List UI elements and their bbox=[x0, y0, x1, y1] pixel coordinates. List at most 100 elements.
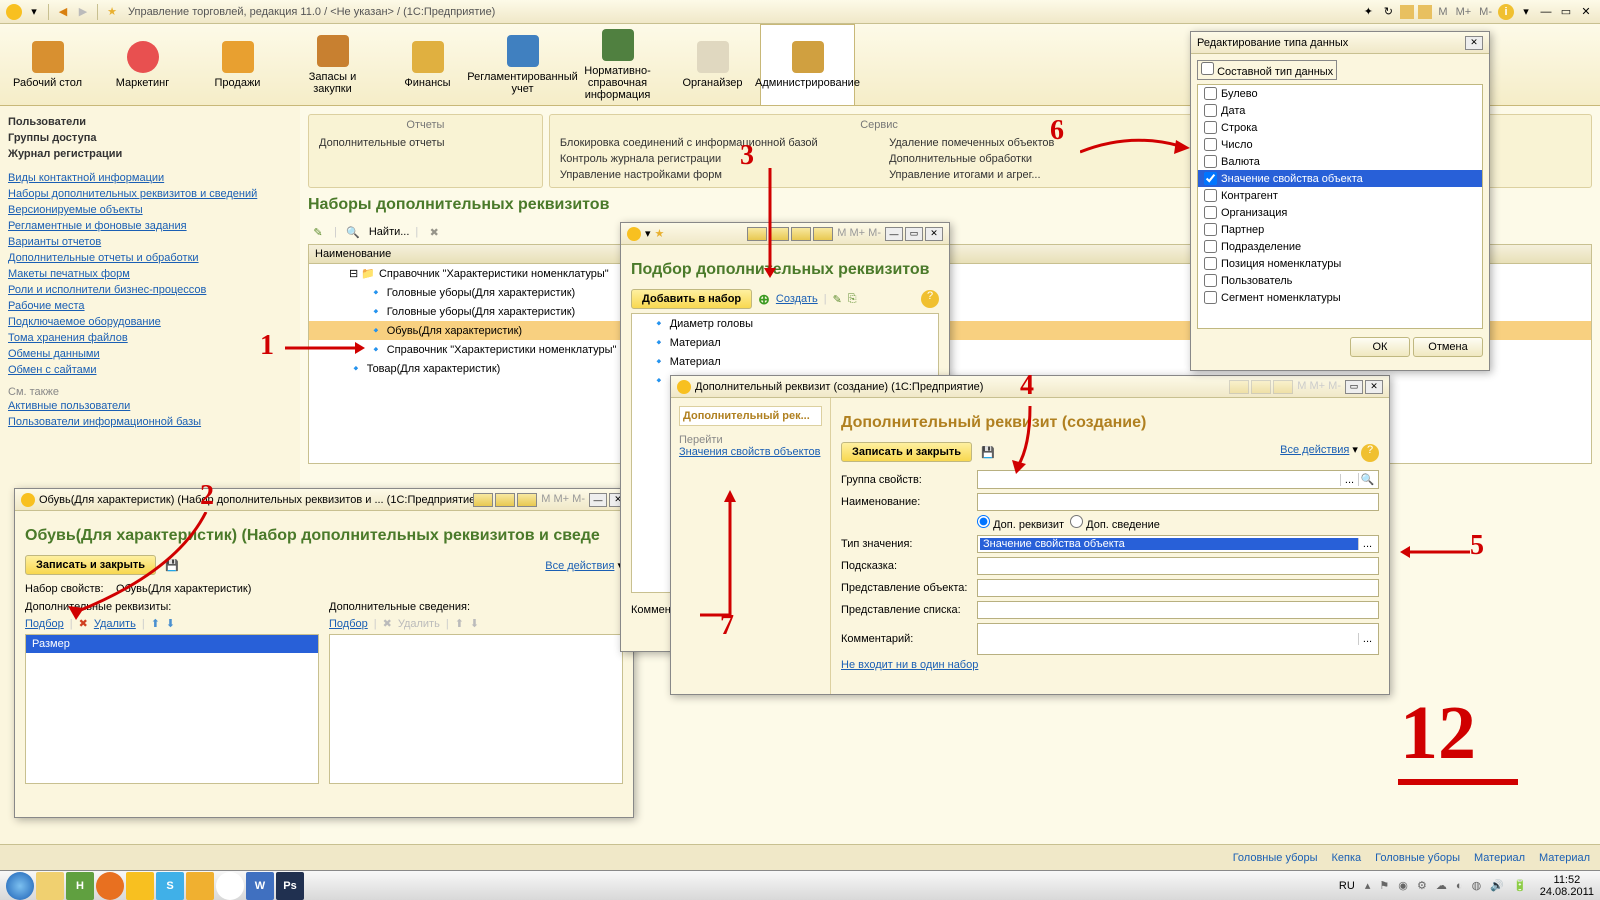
sidebar-link[interactable]: Роли и исполнители бизнес-процессов bbox=[8, 282, 292, 298]
sidebar-link[interactable]: Обмены данными bbox=[8, 346, 292, 362]
forward-icon[interactable]: ▶ bbox=[75, 4, 91, 20]
radio-info[interactable] bbox=[1070, 515, 1083, 528]
up-icon[interactable]: ⬆ bbox=[151, 617, 160, 630]
ribbon-admin[interactable]: Администрирование bbox=[760, 24, 855, 105]
toolbar-btn[interactable] bbox=[747, 227, 767, 241]
nav-current[interactable]: Дополнительный рек... bbox=[679, 406, 822, 426]
type-checkbox[interactable] bbox=[1204, 274, 1217, 287]
taskbar-explorer[interactable] bbox=[36, 872, 64, 900]
sidebar-link[interactable]: Тома хранения файлов bbox=[8, 330, 292, 346]
help-icon[interactable]: ? bbox=[1361, 444, 1379, 462]
type-checkbox[interactable] bbox=[1204, 291, 1217, 304]
svc-link[interactable]: Управление итогами и агрег... bbox=[889, 167, 1198, 183]
copy-icon[interactable]: ⎘ bbox=[848, 293, 857, 306]
minimize-icon[interactable]: — bbox=[885, 227, 903, 241]
type-checkbox[interactable] bbox=[1204, 189, 1217, 202]
type-checkbox[interactable] bbox=[1204, 121, 1217, 134]
taskbar-chrome[interactable] bbox=[216, 872, 244, 900]
bottom-tab[interactable]: Материал bbox=[1539, 852, 1590, 864]
toolbar-btn[interactable] bbox=[495, 493, 515, 507]
minimize-icon[interactable]: — bbox=[1538, 4, 1554, 20]
type-checkbox[interactable] bbox=[1204, 104, 1217, 117]
svc-link[interactable]: Контроль журнала регистрации bbox=[560, 151, 869, 167]
ribbon-finance[interactable]: Финансы bbox=[380, 24, 475, 105]
close-icon[interactable]: ✕ bbox=[1465, 36, 1483, 50]
type-checkbox[interactable] bbox=[1204, 257, 1217, 270]
calc-m[interactable]: M bbox=[1438, 6, 1447, 18]
start-button[interactable] bbox=[6, 872, 34, 900]
type-checkbox[interactable] bbox=[1204, 223, 1217, 236]
sidebar-users[interactable]: Пользователи bbox=[8, 114, 292, 130]
help-icon[interactable]: ? bbox=[921, 290, 939, 308]
sidebar-link[interactable]: Дополнительные отчеты и обработки bbox=[8, 250, 292, 266]
calc1-icon[interactable] bbox=[1400, 5, 1414, 19]
add-to-set-button[interactable]: Добавить в набор bbox=[631, 289, 752, 309]
maximize-icon[interactable]: ▭ bbox=[1558, 4, 1574, 20]
type-input[interactable]: Значение свойства объекта... bbox=[977, 535, 1379, 553]
ok-button[interactable]: ОК bbox=[1350, 337, 1410, 357]
bottom-tab[interactable]: Головные уборы bbox=[1233, 852, 1318, 864]
all-actions-link[interactable]: Все действия bbox=[545, 560, 614, 572]
create-button[interactable]: Создать bbox=[776, 293, 818, 305]
clear-icon[interactable]: ✖ bbox=[426, 224, 442, 240]
sidebar-link[interactable]: Варианты отчетов bbox=[8, 234, 292, 250]
fav-icon[interactable]: ✦ bbox=[1360, 4, 1376, 20]
save-icon[interactable]: 💾 bbox=[164, 557, 180, 573]
type-option[interactable]: Булево bbox=[1198, 85, 1482, 102]
group-input[interactable]: ...🔍 bbox=[977, 470, 1379, 489]
sidebar-see-link[interactable]: Пользователи информационной базы bbox=[8, 414, 292, 430]
taskbar-firefox[interactable] bbox=[96, 872, 124, 900]
sidebar-link[interactable]: Наборы дополнительных реквизитов и сведе… bbox=[8, 186, 292, 202]
toolbar-btn[interactable] bbox=[791, 227, 811, 241]
cancel-button[interactable]: Отмена bbox=[1413, 337, 1483, 357]
sidebar-groups[interactable]: Группы доступа bbox=[8, 130, 292, 146]
list-row-selected[interactable]: Размер bbox=[26, 635, 318, 653]
taskbar-app2[interactable] bbox=[186, 872, 214, 900]
hint-input[interactable] bbox=[977, 557, 1379, 575]
type-checkbox[interactable] bbox=[1204, 87, 1217, 100]
down-icon[interactable]: ⬇ bbox=[166, 617, 175, 630]
lang-indicator[interactable]: RU bbox=[1339, 880, 1355, 892]
taskbar-1c[interactable] bbox=[126, 872, 154, 900]
help-icon[interactable]: i bbox=[1498, 4, 1514, 20]
type-option[interactable]: Валюта bbox=[1198, 153, 1482, 170]
list-item[interactable]: 🔹Материал bbox=[632, 333, 938, 352]
ribbon-stock[interactable]: Запасы и закупки bbox=[285, 24, 380, 105]
name-input[interactable] bbox=[977, 493, 1379, 511]
close-icon[interactable]: ✕ bbox=[925, 227, 943, 241]
type-checkbox[interactable] bbox=[1204, 172, 1217, 185]
calc2-icon[interactable] bbox=[1418, 5, 1432, 19]
star-icon[interactable]: ★ bbox=[104, 4, 120, 20]
search-icon[interactable]: 🔍 bbox=[345, 224, 361, 240]
type-option[interactable]: Значение свойства объекта bbox=[1198, 170, 1482, 187]
info-list[interactable] bbox=[329, 634, 623, 784]
svc-link[interactable]: Дополнительные отчеты bbox=[319, 135, 532, 151]
list-item[interactable]: 🔹Диаметр головы bbox=[632, 314, 938, 333]
pick-button[interactable]: Подбор bbox=[329, 618, 368, 630]
sidebar-link[interactable]: Рабочие места bbox=[8, 298, 292, 314]
toolbar-btn[interactable] bbox=[769, 227, 789, 241]
ribbon-reference[interactable]: Нормативно-справочная информация bbox=[570, 24, 665, 105]
type-list[interactable]: БулевоДатаСтрокаЧислоВалютаЗначение свой… bbox=[1197, 84, 1483, 329]
save-close-button[interactable]: Записать и закрыть bbox=[25, 555, 156, 575]
history-icon[interactable]: ↻ bbox=[1380, 4, 1396, 20]
back-icon[interactable]: ◀ bbox=[55, 4, 71, 20]
clock-date[interactable]: 24.08.2011 bbox=[1540, 886, 1594, 898]
toolbar-btn[interactable] bbox=[517, 493, 537, 507]
type-checkbox[interactable] bbox=[1204, 240, 1217, 253]
calc-mplus[interactable]: M+ bbox=[1456, 6, 1472, 18]
svc-link[interactable]: Дополнительные обработки bbox=[889, 151, 1198, 167]
ribbon-sales[interactable]: Продажи bbox=[190, 24, 285, 105]
taskbar-skype[interactable]: S bbox=[156, 872, 184, 900]
nav-values[interactable]: Значения свойств объектов bbox=[679, 446, 820, 458]
radio-requisite[interactable] bbox=[977, 515, 990, 528]
type-option[interactable]: Дата bbox=[1198, 102, 1482, 119]
plus-icon[interactable]: ⊕ bbox=[758, 291, 770, 308]
type-option[interactable]: Сегмент номенклатуры bbox=[1198, 289, 1482, 306]
dropdown-icon[interactable]: ▾ bbox=[645, 227, 651, 240]
sidebar-journal[interactable]: Журнал регистрации bbox=[8, 146, 292, 162]
close-icon[interactable]: ✕ bbox=[1365, 380, 1383, 394]
taskbar-ps[interactable]: Ps bbox=[276, 872, 304, 900]
maximize-icon[interactable]: ▭ bbox=[905, 227, 923, 241]
svc-link[interactable]: Управление настройками форм bbox=[560, 167, 869, 183]
